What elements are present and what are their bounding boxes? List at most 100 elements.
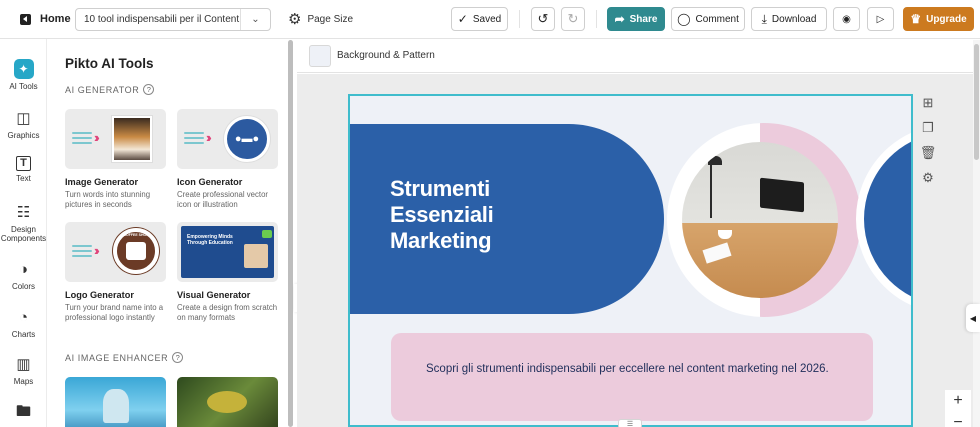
components-icon: ☷ [16,203,31,221]
slide-subtitle[interactable]: Scopri gli strumenti indispensabili per … [426,361,846,377]
visual-preview-text: Empowering Minds Through Education [187,234,233,246]
lamp-stand-shape [710,160,712,218]
speech-bubble-icon: ◯ [677,12,691,26]
help-icon[interactable]: ? [172,352,184,363]
section-heading-ai-generator: AI GENERATOR ? [65,84,155,95]
enhancer-thumbnail-ice-sculpture [65,377,166,427]
chevron-left-icon: ◀ [969,313,977,323]
rail-label: Charts [11,330,36,339]
minus-icon: − [953,414,963,427]
cup-shape [718,230,732,239]
rail-item-ai-tools[interactable]: ✦ AI Tools [0,59,47,91]
rail-label: Maps [13,377,34,386]
ai-tools-panel: Pikto AI Tools AI GENERATOR ? ›› Image G… [47,39,289,427]
subtitle-box[interactable]: Scopri gli strumenti indispensabili per … [391,333,873,421]
tool-title: Image Generator [65,177,139,187]
home-label: Home [40,13,71,25]
trash-icon[interactable]: 🗑 [920,145,937,160]
background-pattern-label[interactable]: Background & Pattern [337,50,435,61]
logo-thumb-text: COFFEE SHOP [123,233,149,237]
share-button[interactable]: ➦ Share [607,7,665,31]
canvas-scrollbar[interactable] [973,40,980,427]
collapse-right-panel-button[interactable]: ◀ [966,304,980,332]
page-size-button[interactable]: ⚙ Page Size [288,0,353,38]
redo-button[interactable]: ↻ [561,7,585,31]
section-heading-ai-image-enhancer: AI IMAGE ENHANCER ? [65,352,184,363]
page-resize-handle[interactable]: ☰ [618,419,642,427]
preview-button[interactable]: ◉ [833,7,860,31]
blue-circle-shape[interactable] [856,124,911,314]
tool-card-icon-generator[interactable]: ›› ●▬● Icon Generator Create professiona… [177,109,278,210]
document-title-value[interactable]: 10 tool indispensabili per il Content M [76,14,240,25]
tool-card-visual-generator[interactable]: Empowering Minds Through Education Visua… [177,222,278,323]
desk-photo[interactable] [682,142,838,298]
background-swatch[interactable] [309,45,331,67]
tool-description: Turn words into stunning pictures in sec… [65,190,151,209]
slide-headline[interactable]: Strumenti Essenziali Marketing [390,176,494,254]
waves-icon [184,132,204,147]
rail-item-folder[interactable]: 🖿 [0,401,47,424]
tool-card-logo-generator[interactable]: ›› COFFEE SHOP Logo Generator Turn your … [65,222,166,323]
tool-description: Create professional vector icon or illus… [177,190,269,209]
download-button[interactable]: ⤓ Download [751,7,827,31]
toolbar-divider [596,10,597,28]
left-icon-rail: ✦ AI Tools ◫ Graphics T Text ☷ Design Co… [0,39,47,427]
gear-icon: ⚙ [288,11,302,28]
upgrade-button[interactable]: ♛ Upgrade [903,7,974,31]
download-label: Download [771,13,817,25]
tool-card-image-generator[interactable]: ›› Image Generator Turn words into stunn… [65,109,166,210]
chevron-down-icon[interactable]: ⌄ [240,9,270,30]
rail-item-graphics[interactable]: ◫ Graphics [0,108,47,141]
rail-label: AI Tools [9,82,38,91]
enhancer-card[interactable] [65,377,166,427]
enhancer-card[interactable] [177,377,278,427]
tool-thumbnail: Empowering Minds Through Education [177,222,278,282]
help-icon[interactable]: ? [143,84,155,95]
map-icon: ▥ [16,355,31,373]
rail-item-design-components[interactable]: ☷ Design Components [0,202,47,244]
duplicate-icon[interactable]: ❐ [921,120,935,135]
laptop-shape [760,177,804,213]
rail-item-colors[interactable]: ◑ Colors [0,259,47,292]
canvas-toolbar: Background & Pattern [297,39,980,73]
tool-title: Icon Generator [177,177,243,187]
tool-thumbnail: ›› COFFEE SHOP [65,222,166,282]
enhancer-thumbnail-bird [177,377,278,427]
zoom-out-button[interactable]: − [945,412,971,427]
toolbar-divider [519,10,520,28]
waves-icon [72,245,92,260]
rail-item-maps[interactable]: ▥ Maps [0,354,47,387]
palette-icon: ◑ [18,260,29,278]
comment-label: Comment [695,13,739,25]
headline-line: Strumenti [390,176,490,201]
connected-car-icon: ●▬● [224,116,270,162]
folder-icon: 🖿 [15,402,31,420]
crown-icon: ♛ [910,12,922,26]
dog-photo [111,115,153,163]
present-button[interactable]: ▷ [867,7,894,31]
pie-chart-icon: ◔ [18,308,29,326]
share-label: Share [629,13,658,25]
slide-page[interactable]: Strumenti Essenziali Marketing Scopri gl… [348,94,913,427]
visual-preview-photo [244,244,268,268]
settings-icon[interactable]: ⚙ [921,170,935,185]
coffee-logo-badge: COFFEE SHOP [113,228,159,274]
panel-title: Pikto AI Tools [65,56,154,71]
share-arrow-icon: ➦ [614,12,625,26]
double-chevron-icon: ›› [94,130,99,145]
redo-icon: ↻ [567,11,579,26]
home-button[interactable]: Home [20,0,71,38]
headline-line: Marketing [390,228,492,253]
rail-label: Design Components [0,225,47,243]
saved-button[interactable]: ✓ Saved [451,7,508,31]
rail-item-charts[interactable]: ◔ Charts [0,307,47,340]
panel-scrollbar[interactable] [288,40,293,427]
comment-button[interactable]: ◯ Comment [671,7,745,31]
add-page-icon[interactable]: ⊞ [921,95,935,110]
rail-label: Colors [11,282,36,291]
undo-button[interactable]: ↺ [531,7,555,31]
zoom-in-button[interactable]: + [945,390,971,412]
visual-preview-accent [262,230,272,238]
rail-item-text[interactable]: T Text [0,156,47,183]
document-title-field[interactable]: 10 tool indispensabili per il Content M … [75,8,271,31]
